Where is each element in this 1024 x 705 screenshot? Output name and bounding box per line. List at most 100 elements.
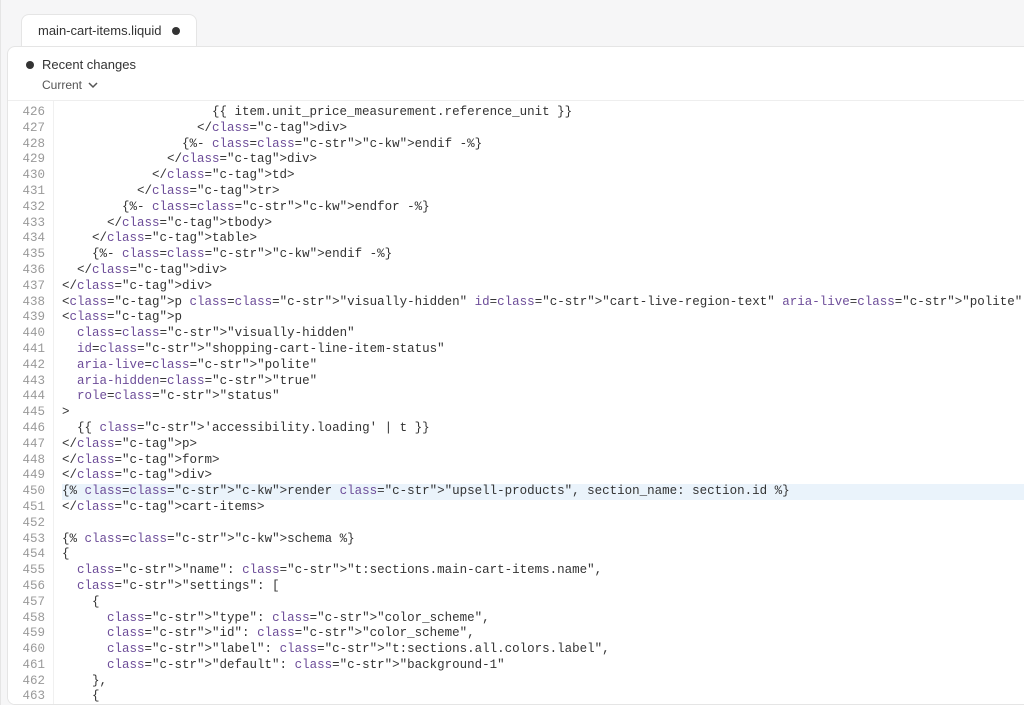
line-number: 458 <box>8 611 45 627</box>
code-line[interactable]: </class="c-tag">div> <box>62 121 1024 137</box>
code-line[interactable]: aria-hidden=class="c-str">"true" <box>62 374 1024 390</box>
code-line[interactable]: </class="c-tag">div> <box>62 152 1024 168</box>
code-line[interactable]: id=class="c-str">"shopping-cart-line-ite… <box>62 342 1024 358</box>
code-line[interactable]: class="c-str">"label": class="c-str">"t:… <box>62 642 1024 658</box>
file-item[interactable]: main-blog.liquid <box>0 29 1 58</box>
line-number: 438 <box>8 295 45 311</box>
recent-changes-row[interactable]: Recent changes <box>26 57 1024 72</box>
code-line[interactable]: class="c-str">"type": class="c-str">"col… <box>62 611 1024 627</box>
file-item[interactable]: main-order.liquid <box>0 232 1 261</box>
line-number: 443 <box>8 374 45 390</box>
code-line[interactable]: </class="c-tag">cart-items> <box>62 500 1024 516</box>
line-number: 440 <box>8 326 45 342</box>
code-line[interactable]: {{ class="c-str">'accessibility.loading'… <box>62 421 1024 437</box>
file-item[interactable]: multicolumn.liquid <box>0 464 1 493</box>
editor-tab[interactable]: main-cart-items.liquid <box>21 14 197 46</box>
code-line[interactable]: class="c-str">"name": class="c-str">"t:s… <box>62 563 1024 579</box>
file-item[interactable]: main-page.liquid <box>0 261 1 290</box>
file-item[interactable]: main-article.liquid <box>0 0 1 29</box>
code-line[interactable]: { <box>62 689 1024 705</box>
code-line[interactable]: role=class="c-str">"status" <box>62 389 1024 405</box>
file-item[interactable]: main-password-footer.liquid <box>0 290 1 319</box>
code-line[interactable]: </class="c-tag">table> <box>62 231 1024 247</box>
file-item[interactable]: main-cart-footer.liquid <box>0 58 1 87</box>
file-item[interactable]: main-login.liquid <box>0 203 1 232</box>
line-number: 442 <box>8 358 45 374</box>
code-line[interactable]: {%- class=class="c-str">"c-kw">endif -%} <box>62 247 1024 263</box>
code-line[interactable]: </class="c-tag">div> <box>62 468 1024 484</box>
line-number: 454 <box>8 547 45 563</box>
file-item[interactable]: related-products.liquid <box>0 667 1 696</box>
version-label: Current <box>42 78 82 92</box>
code-line[interactable]: {{ item.unit_price_measurement.reference… <box>62 105 1024 121</box>
code-line[interactable]: class="c-str">"settings": [ <box>62 579 1024 595</box>
file-item[interactable]: main-cart-items.liquid <box>0 87 1 116</box>
code-line[interactable]: <class="c-tag">p <box>62 310 1024 326</box>
line-number: 432 <box>8 200 45 216</box>
line-number: 449 <box>8 468 45 484</box>
code-line[interactable] <box>62 516 1024 532</box>
line-number: 456 <box>8 579 45 595</box>
code-line[interactable]: aria-live=class="c-str">"polite" <box>62 358 1024 374</box>
file-item[interactable]: main-register.liquid <box>0 377 1 406</box>
code-line[interactable]: }, <box>62 674 1024 690</box>
file-item[interactable]: main-product.liquid <box>0 348 1 377</box>
line-number: 455 <box>8 563 45 579</box>
unsaved-dot-icon <box>172 27 180 35</box>
line-number: 459 <box>8 626 45 642</box>
line-number: 457 <box>8 595 45 611</box>
code-line[interactable]: </class="c-tag">form> <box>62 453 1024 469</box>
file-item[interactable]: main-search.liquid <box>0 435 1 464</box>
line-number: 439 <box>8 310 45 326</box>
file-item[interactable]: predictive-search.liquid <box>0 609 1 638</box>
file-item[interactable]: newsletter.liquid <box>0 522 1 551</box>
code-line[interactable]: { <box>62 595 1024 611</box>
recent-dot-icon <box>26 61 34 69</box>
code-line[interactable]: class=class="c-str">"visually-hidden" <box>62 326 1024 342</box>
code-line[interactable]: </class="c-tag">td> <box>62 168 1024 184</box>
line-number: 441 <box>8 342 45 358</box>
line-gutter: 4264274284294304314324334344354364374384… <box>8 101 54 705</box>
line-number: 452 <box>8 516 45 532</box>
code-line[interactable]: </class="c-tag">p> <box>62 437 1024 453</box>
code-line[interactable]: > <box>62 405 1024 421</box>
file-item[interactable]: main-list-collections.liquid <box>0 174 1 203</box>
code-area[interactable]: {{ item.unit_price_measurement.reference… <box>54 101 1024 705</box>
line-number: 447 <box>8 437 45 453</box>
tab-title: main-cart-items.liquid <box>38 23 162 38</box>
recent-changes-label: Recent changes <box>42 57 136 72</box>
code-line[interactable]: </class="c-tag">div> <box>62 279 1024 295</box>
file-item[interactable]: multirow.liquid <box>0 493 1 522</box>
code-line[interactable]: </class="c-tag">tr> <box>62 184 1024 200</box>
line-number: 445 <box>8 405 45 421</box>
line-number: 434 <box>8 231 45 247</box>
chevron-down-icon <box>88 80 98 90</box>
line-number: 462 <box>8 674 45 690</box>
line-number: 451 <box>8 500 45 516</box>
file-item[interactable]: main-reset-password.liquid <box>0 406 1 435</box>
code-line[interactable]: {% class=class="c-str">"c-kw">schema %} <box>62 532 1024 548</box>
file-item[interactable]: pickup-availability.liquid <box>0 580 1 609</box>
line-number: 426 <box>8 105 45 121</box>
code-editor[interactable]: 4264274284294304314324334344354364374384… <box>8 100 1024 705</box>
code-line[interactable]: {% class=class="c-str">"c-kw">render cla… <box>62 484 1024 500</box>
file-item[interactable]: quick-order-list.liquid <box>0 638 1 667</box>
code-line[interactable]: class="c-str">"id": class="c-str">"color… <box>62 626 1024 642</box>
code-line[interactable]: </class="c-tag">tbody> <box>62 216 1024 232</box>
file-item[interactable]: main-collection-banner.liquid <box>0 116 1 145</box>
code-line[interactable]: {%- class=class="c-str">"c-kw">endif -%} <box>62 137 1024 153</box>
tab-bar: main-cart-items.liquid <box>7 6 1024 46</box>
file-item[interactable]: main-password-header.liquid <box>0 319 1 348</box>
code-line[interactable]: </class="c-tag">div> <box>62 263 1024 279</box>
code-line[interactable]: class="c-str">"default": class="c-str">"… <box>62 658 1024 674</box>
version-selector[interactable]: Current <box>26 78 1024 92</box>
code-line[interactable]: <class="c-tag">p class=class="c-str">"vi… <box>62 295 1024 311</box>
code-line[interactable]: {%- class=class="c-str">"c-kw">endfor -%… <box>62 200 1024 216</box>
editor-card: Recent changes Current 42642742842943043… <box>7 46 1024 705</box>
line-number: 433 <box>8 216 45 232</box>
file-item[interactable]: main-collection-product-grid.liqu... <box>0 145 1 174</box>
line-number: 437 <box>8 279 45 295</box>
code-line[interactable]: { <box>62 547 1024 563</box>
file-item[interactable]: page.liquid <box>0 551 1 580</box>
line-number: 430 <box>8 168 45 184</box>
